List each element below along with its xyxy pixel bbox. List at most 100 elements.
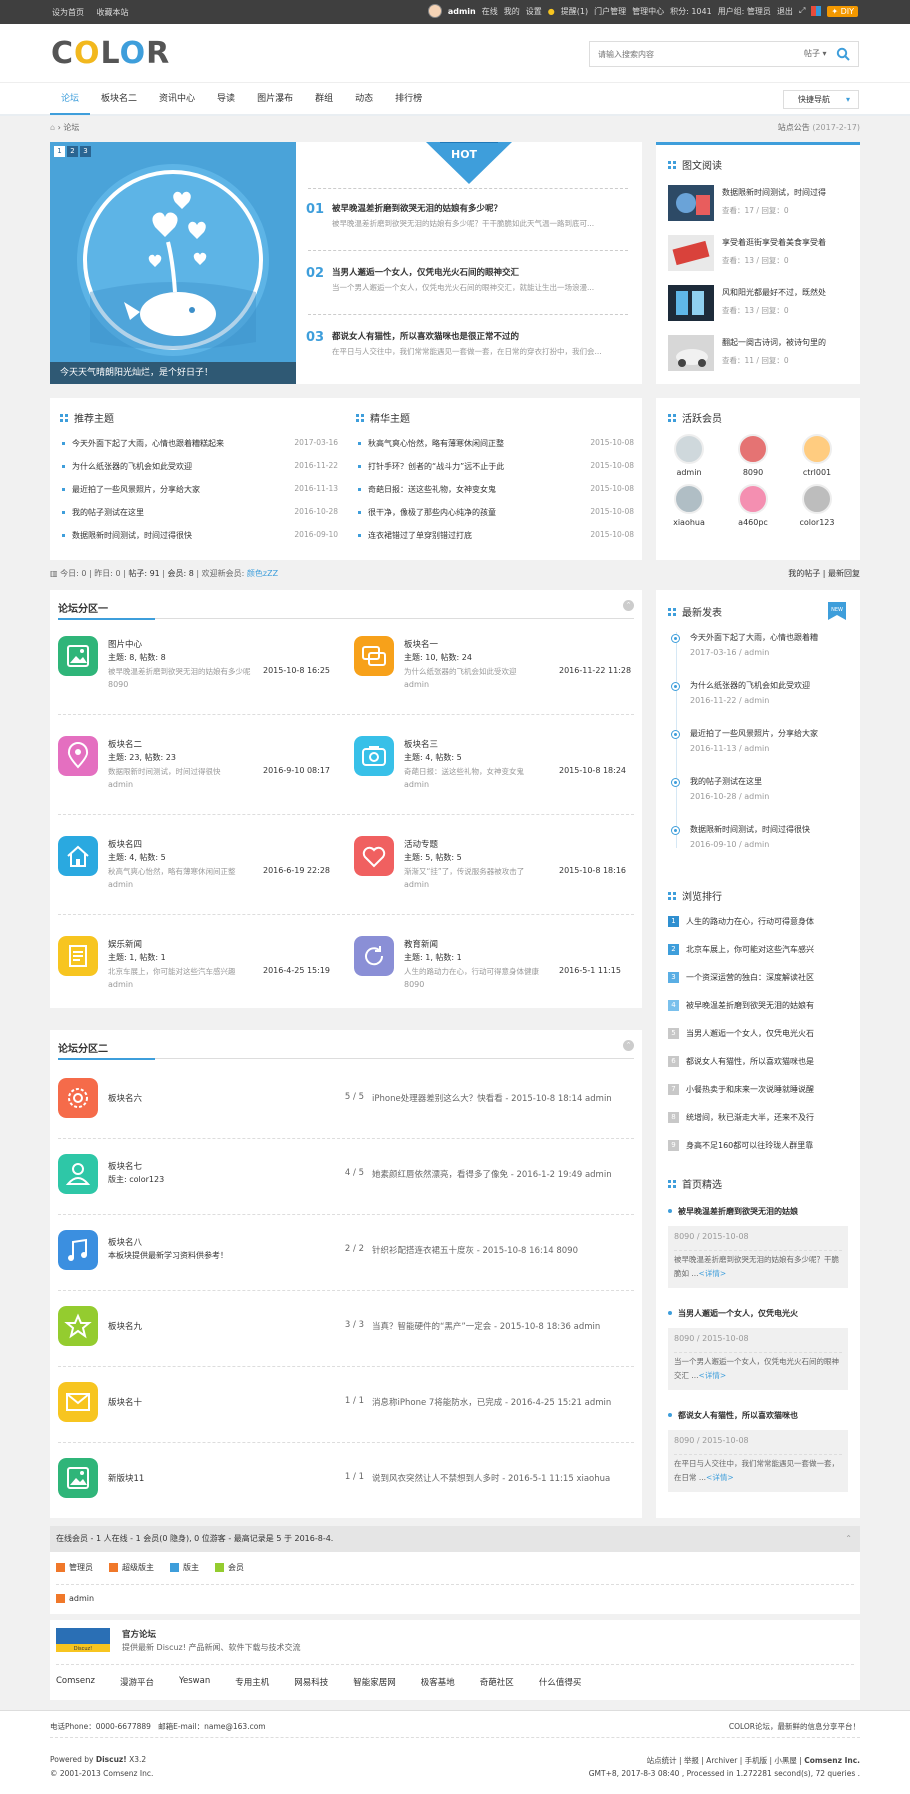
forum-name[interactable]: 活动专题 (404, 838, 438, 850)
read-item[interactable]: 风和阳光都最好不过，既然处 查看：13 / 回复：0 (668, 285, 853, 323)
ranking-item[interactable]: 2 北京车展上，你可能对这些汽车感兴 (668, 944, 853, 964)
forum-cell[interactable]: 活动专题 主题: 5, 帖数: 5 渐渐又“挂”了，传说服务器被攻击了 2015-10… (346, 824, 636, 904)
last-post[interactable]: 当真？智能硬件的“黑产”一定会 - 2015-10-8 18:36 admin (372, 1320, 634, 1332)
read-item[interactable]: 翻起一阕古诗词，被诗句里的 查看：11 / 回复：0 (668, 335, 853, 373)
forum-cell[interactable]: 图片中心 主题: 8, 帖数: 8 被早晚温差折磨到欲哭无泪的姑娘有多少呢 2015-… (50, 624, 340, 704)
set-home-link[interactable]: 设为首页 (52, 8, 84, 17)
avatar[interactable] (738, 484, 768, 514)
forum-name[interactable]: 图片中心 (108, 638, 142, 650)
ranking-item[interactable]: 6 都说女人有猫性，所以喜欢猫咪也是 (668, 1056, 853, 1076)
settings-link[interactable]: 设置 (526, 6, 542, 17)
ranking-item[interactable]: 9 身高不足160都可以往玲珑人群里靠 (668, 1140, 853, 1160)
forum-name[interactable]: 板块名六 (108, 1092, 142, 1104)
gear-icon[interactable] (58, 1078, 98, 1118)
slider-page-2[interactable]: 2 (67, 146, 78, 157)
image-slider[interactable]: 1 2 3 今天天气晴朗阳光灿烂，是个好日子！ (50, 142, 296, 384)
slider-caption[interactable]: 今天天气晴朗阳光灿烂，是个好日子！ (50, 362, 296, 384)
ranking-item[interactable]: 4 被早晚温差折磨到欲哭无泪的姑娘有 (668, 1000, 853, 1020)
link-item[interactable]: 网易科技 (294, 1676, 328, 1688)
last-post[interactable]: 数据限新时间测试，时间过得很快 (108, 766, 263, 777)
camera-icon[interactable] (354, 736, 394, 776)
username-link[interactable]: admin (448, 7, 476, 16)
forum-row[interactable]: 板块名七 版主: color123 4 / 5 她素颜红唇依然漂亮，看得多了像免 - … (50, 1146, 642, 1222)
forum-cell[interactable]: 板块名一 主题: 10, 帖数: 24 为什么纸张器的飞机会如此受欢迎 2016-11… (346, 624, 636, 704)
last-post-author[interactable]: admin (108, 880, 133, 889)
member[interactable]: 8090 (728, 434, 778, 477)
user-avatar[interactable] (427, 4, 442, 18)
forum-cell[interactable]: 板块名三 主题: 4, 帖数: 5 奇葩日报：送这些礼物，女神变女鬼 2015-10-… (346, 724, 636, 804)
forum-row[interactable]: 版块名十 1 / 1 消息称iPhone 7将能防水，已完成 - 2016-4-25… (50, 1374, 642, 1450)
last-post[interactable]: 她素颜红唇依然漂亮，看得多了像免 - 2016-1-2 19:49 admin (372, 1168, 634, 1180)
forum-name[interactable]: 新版块11 (108, 1472, 144, 1484)
forum-cell[interactable]: 娱乐新闻 主题: 1, 帖数: 1 北京车展上，你可能对这些汽车感兴趣 2016-4-… (50, 924, 340, 1004)
forum-name[interactable]: 板块名四 (108, 838, 142, 850)
detail-link[interactable]: <详情> (706, 1473, 734, 1482)
read-item[interactable]: 享受着逛街享受着美食享受着 查看：13 / 回复：0 (668, 235, 853, 273)
admin-center-link[interactable]: 管理中心 (632, 6, 664, 17)
star-icon[interactable] (58, 1306, 98, 1346)
collapse-icon[interactable]: ⌃ (623, 1040, 634, 1051)
forum-name[interactable]: 教育新闻 (404, 938, 438, 950)
section-title[interactable]: 论坛分区一 (58, 600, 108, 615)
nav-feed[interactable]: 动态 (344, 83, 384, 115)
member[interactable]: admin (664, 434, 714, 477)
link-item[interactable]: 极客基地 (421, 1676, 455, 1688)
last-post[interactable]: 渐渐又“挂”了，传说服务器被攻击了 (404, 866, 559, 877)
forum-cell[interactable]: 教育新闻 主题: 1, 帖数: 1 人生的路动力在心，行动可得意身体健康 2016-5… (346, 924, 636, 1004)
last-post[interactable]: 人生的路动力在心，行动可得意身体健康 (404, 966, 559, 977)
avatar[interactable] (802, 434, 832, 464)
link-item[interactable]: 专用主机 (235, 1676, 269, 1688)
online-status[interactable]: 在线 (482, 6, 498, 17)
footer-links[interactable]: 站点统计 | 举报 | Archiver | 手机版 | 小黑屋 | Comse… (647, 1755, 860, 1766)
nav-board2[interactable]: 板块名二 (90, 83, 148, 115)
thumbnail[interactable] (668, 335, 714, 371)
link-item[interactable]: 奇葩社区 (480, 1676, 514, 1688)
list-item[interactable]: 奇葩日报：送这些礼物，女神变女鬼 2015-10-08 (356, 484, 634, 507)
forum-row[interactable]: 板块名八 本板块提供最新学习资料供参考！ 2 / 2 针织衫配搭连衣裙五十度灰 - 2… (50, 1222, 642, 1298)
last-post[interactable]: 说到风衣突然让人不禁想到人多时 - 2016-5-1 11:15 xiaohua (372, 1472, 634, 1484)
home-icon[interactable]: ⌂ (50, 123, 55, 132)
link-item[interactable]: Yeswan (179, 1676, 210, 1688)
ranking-item[interactable]: 8 统增间，秋已渐走大半，还来不及行 (668, 1112, 853, 1132)
search-icon[interactable] (836, 47, 850, 61)
last-post[interactable]: 为什么纸张器的飞机会如此受欢迎 (404, 666, 559, 677)
avatar[interactable] (674, 484, 704, 514)
member[interactable]: color123 (792, 484, 842, 527)
link-item[interactable]: 什么值得买 (539, 1676, 582, 1688)
nav-guide[interactable]: 导读 (206, 83, 246, 115)
credits-link[interactable]: 积分: 1041 (670, 6, 712, 17)
image-icon[interactable] (58, 1458, 98, 1498)
pin-icon[interactable] (58, 736, 98, 776)
latest-reply-link[interactable]: 最新回复 (828, 569, 860, 578)
list-item[interactable]: 打针手环？创者的“战斗力”远不止于此 2015-10-08 (356, 461, 634, 484)
thumbnail[interactable] (668, 285, 714, 321)
forum-name[interactable]: 板块名三 (404, 738, 438, 750)
forum-name[interactable]: 板块名一 (404, 638, 438, 650)
forum-name[interactable]: 板块名九 (108, 1320, 142, 1332)
my-posts-link[interactable]: 我的帖子 (788, 569, 820, 578)
last-post[interactable]: 针织衫配搭连衣裙五十度灰 - 2015-10-8 16:14 8090 (372, 1244, 634, 1256)
last-post-author[interactable]: admin (108, 980, 133, 989)
last-post[interactable]: 被早晚温差折磨到欲哭无泪的姑娘有多少呢 (108, 666, 263, 677)
collapse-icon[interactable]: ⌃ (845, 1526, 852, 1552)
detail-link[interactable]: <详情> (699, 1269, 727, 1278)
thumbnail[interactable] (668, 185, 714, 221)
image-icon[interactable] (58, 636, 98, 676)
nav-news[interactable]: 资讯中心 (148, 83, 206, 115)
link-item[interactable]: 智能家居网 (353, 1676, 396, 1688)
last-post-author[interactable]: admin (404, 880, 429, 889)
read-item[interactable]: 数据限新时间测试，时间过得 查看：17 / 回复：0 (668, 185, 853, 223)
slider-page-1[interactable]: 1 (54, 146, 65, 157)
search-input[interactable] (598, 46, 788, 62)
last-post-author[interactable]: 8090 (404, 980, 424, 989)
avatar[interactable] (674, 434, 704, 464)
list-item[interactable]: 今天外面下起了大雨，心情也跟着糟糕起来 2017-03-16 (60, 438, 338, 461)
site-logo[interactable]: COLOR (51, 39, 170, 69)
grid-icon[interactable] (811, 6, 822, 16)
nav-waterfall[interactable]: 图片瀑布 (246, 83, 304, 115)
refresh-icon[interactable] (354, 936, 394, 976)
discuz-logo[interactable]: Discuz! (56, 1628, 110, 1652)
avatar[interactable] (802, 484, 832, 514)
newest-member-link[interactable]: 颜色zZZ (247, 569, 278, 578)
ranking-item[interactable]: 1 人生的路动力在心，行动可得意身体 (668, 916, 853, 936)
